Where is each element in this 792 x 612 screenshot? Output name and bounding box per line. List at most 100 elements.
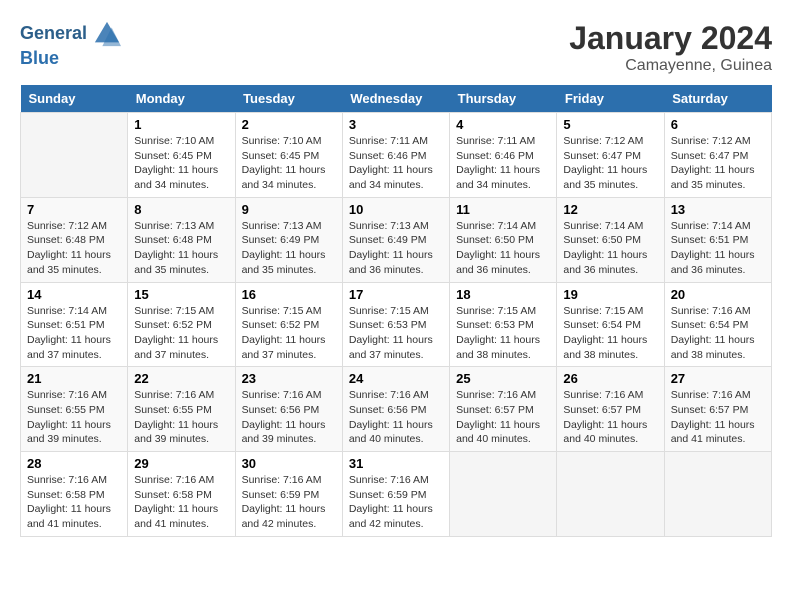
day-info: Sunrise: 7:16 AMSunset: 6:57 PMDaylight:…	[456, 388, 550, 447]
day-number: 29	[134, 456, 228, 471]
empty-day	[450, 452, 557, 537]
calendar-day-27: 27 Sunrise: 7:16 AMSunset: 6:57 PMDayligh…	[664, 367, 771, 452]
day-number: 15	[134, 287, 228, 302]
day-number: 1	[134, 117, 228, 132]
calendar-day-18: 18Sunrise: 7:15 AMSunset: 6:53 PMDayligh…	[450, 282, 557, 367]
day-number: 8	[134, 202, 228, 217]
day-number: 28	[27, 456, 121, 471]
logo-icon	[93, 20, 121, 48]
day-number: 25	[456, 371, 550, 386]
calendar-day-3: 3 Sunrise: 7:11 AMSunset: 6:46 PMDaylight…	[342, 113, 449, 198]
calendar-day-25: 25 Sunrise: 7:16 AMSunset: 6:57 PMDayligh…	[450, 367, 557, 452]
calendar-day-26: 26Sunrise: 7:16 AMSunset: 6:57 PMDayligh…	[557, 367, 664, 452]
calendar-week-5: 28 Sunrise: 7:16 AMSunset: 6:58 PMDayligh…	[21, 452, 772, 537]
day-number: 14	[27, 287, 121, 302]
day-info: Sunrise: 7:16 AMSunset: 6:59 PMDaylight:…	[242, 473, 336, 532]
day-number: 3	[349, 117, 443, 132]
calendar-day-14: 14Sunrise: 7:14 AMSunset: 6:51 PMDayligh…	[21, 282, 128, 367]
day-number: 31	[349, 456, 443, 471]
day-number: 23	[242, 371, 336, 386]
calendar-day-19: 19 Sunrise: 7:15 AMSunset: 6:54 PMDayligh…	[557, 282, 664, 367]
empty-day	[557, 452, 664, 537]
column-header-monday: Monday	[128, 85, 235, 113]
calendar-day-16: 16 Sunrise: 7:15 AMSunset: 6:52 PMDayligh…	[235, 282, 342, 367]
day-number: 6	[671, 117, 765, 132]
day-info: Sunrise: 7:16 AMSunset: 6:58 PMDaylight:…	[134, 473, 228, 532]
day-number: 22	[134, 371, 228, 386]
day-number: 27	[671, 371, 765, 386]
day-info: Sunrise: 7:10 AMSunset: 6:45 PMDaylight:…	[242, 134, 336, 193]
day-info: Sunrise: 7:15 AMSunset: 6:54 PMDaylight:…	[563, 304, 657, 363]
column-header-sunday: Sunday	[21, 85, 128, 113]
calendar-week-1: 1 Sunrise: 7:10 AMSunset: 6:45 PMDaylight…	[21, 113, 772, 198]
day-info: Sunrise: 7:16 AMSunset: 6:56 PMDaylight:…	[349, 388, 443, 447]
day-info: Sunrise: 7:13 AMSunset: 6:49 PMDaylight:…	[349, 219, 443, 278]
column-header-wednesday: Wednesday	[342, 85, 449, 113]
calendar-day-20: 20 Sunrise: 7:16 AMSunset: 6:54 PMDayligh…	[664, 282, 771, 367]
calendar-day-12: 12 Sunrise: 7:14 AMSunset: 6:50 PMDayligh…	[557, 197, 664, 282]
day-info: Sunrise: 7:14 AMSunset: 6:50 PMDaylight:…	[456, 219, 550, 278]
day-info: Sunrise: 7:14 AMSunset: 6:51 PMDaylight:…	[671, 219, 765, 278]
column-header-tuesday: Tuesday	[235, 85, 342, 113]
calendar-day-22: 22 Sunrise: 7:16 AMSunset: 6:55 PMDayligh…	[128, 367, 235, 452]
calendar-day-31: 31 Sunrise: 7:16 AMSunset: 6:59 PMDayligh…	[342, 452, 449, 537]
logo: General Blue	[20, 20, 121, 70]
column-header-thursday: Thursday	[450, 85, 557, 113]
day-info: Sunrise: 7:11 AMSunset: 6:46 PMDaylight:…	[349, 134, 443, 193]
calendar-day-9: 9 Sunrise: 7:13 AMSunset: 6:49 PMDaylight…	[235, 197, 342, 282]
calendar-table: SundayMondayTuesdayWednesdayThursdayFrid…	[20, 85, 772, 537]
calendar-week-3: 14Sunrise: 7:14 AMSunset: 6:51 PMDayligh…	[21, 282, 772, 367]
calendar-day-23: 23 Sunrise: 7:16 AMSunset: 6:56 PMDayligh…	[235, 367, 342, 452]
day-info: Sunrise: 7:12 AMSunset: 6:47 PMDaylight:…	[563, 134, 657, 193]
day-number: 17	[349, 287, 443, 302]
calendar-day-7: 7 Sunrise: 7:12 AMSunset: 6:48 PMDaylight…	[21, 197, 128, 282]
day-number: 20	[671, 287, 765, 302]
day-number: 4	[456, 117, 550, 132]
calendar-day-30: 30 Sunrise: 7:16 AMSunset: 6:59 PMDayligh…	[235, 452, 342, 537]
day-number: 19	[563, 287, 657, 302]
calendar-day-28: 28 Sunrise: 7:16 AMSunset: 6:58 PMDayligh…	[21, 452, 128, 537]
empty-day	[664, 452, 771, 537]
calendar-day-24: 24Sunrise: 7:16 AMSunset: 6:56 PMDayligh…	[342, 367, 449, 452]
logo-text: General	[20, 23, 87, 45]
day-info: Sunrise: 7:13 AMSunset: 6:48 PMDaylight:…	[134, 219, 228, 278]
day-info: Sunrise: 7:16 AMSunset: 6:54 PMDaylight:…	[671, 304, 765, 363]
day-number: 30	[242, 456, 336, 471]
calendar-week-2: 7 Sunrise: 7:12 AMSunset: 6:48 PMDaylight…	[21, 197, 772, 282]
calendar-day-6: 6Sunrise: 7:12 AMSunset: 6:47 PMDaylight…	[664, 113, 771, 198]
column-header-friday: Friday	[557, 85, 664, 113]
title-block: January 2024 Camayenne, Guinea	[569, 20, 772, 75]
calendar-day-5: 5Sunrise: 7:12 AMSunset: 6:47 PMDaylight…	[557, 113, 664, 198]
calendar-day-11: 11 Sunrise: 7:14 AMSunset: 6:50 PMDayligh…	[450, 197, 557, 282]
calendar-header-row: SundayMondayTuesdayWednesdayThursdayFrid…	[21, 85, 772, 113]
calendar-day-1: 1Sunrise: 7:10 AMSunset: 6:45 PMDaylight…	[128, 113, 235, 198]
day-info: Sunrise: 7:16 AMSunset: 6:59 PMDaylight:…	[349, 473, 443, 532]
day-number: 16	[242, 287, 336, 302]
day-info: Sunrise: 7:16 AMSunset: 6:58 PMDaylight:…	[27, 473, 121, 532]
day-info: Sunrise: 7:15 AMSunset: 6:53 PMDaylight:…	[349, 304, 443, 363]
day-info: Sunrise: 7:16 AMSunset: 6:56 PMDaylight:…	[242, 388, 336, 447]
location: Camayenne, Guinea	[569, 57, 772, 75]
day-info: Sunrise: 7:12 AMSunset: 6:48 PMDaylight:…	[27, 219, 121, 278]
day-info: Sunrise: 7:16 AMSunset: 6:55 PMDaylight:…	[134, 388, 228, 447]
day-number: 12	[563, 202, 657, 217]
day-info: Sunrise: 7:15 AMSunset: 6:52 PMDaylight:…	[242, 304, 336, 363]
calendar-day-21: 21 Sunrise: 7:16 AMSunset: 6:55 PMDayligh…	[21, 367, 128, 452]
day-number: 11	[456, 202, 550, 217]
day-info: Sunrise: 7:16 AMSunset: 6:57 PMDaylight:…	[671, 388, 765, 447]
day-info: Sunrise: 7:14 AMSunset: 6:50 PMDaylight:…	[563, 219, 657, 278]
day-info: Sunrise: 7:13 AMSunset: 6:49 PMDaylight:…	[242, 219, 336, 278]
calendar-day-13: 13Sunrise: 7:14 AMSunset: 6:51 PMDayligh…	[664, 197, 771, 282]
day-info: Sunrise: 7:15 AMSunset: 6:52 PMDaylight:…	[134, 304, 228, 363]
calendar-day-4: 4 Sunrise: 7:11 AMSunset: 6:46 PMDaylight…	[450, 113, 557, 198]
calendar-day-2: 2Sunrise: 7:10 AMSunset: 6:45 PMDaylight…	[235, 113, 342, 198]
day-number: 21	[27, 371, 121, 386]
day-info: Sunrise: 7:11 AMSunset: 6:46 PMDaylight:…	[456, 134, 550, 193]
empty-day	[21, 113, 128, 198]
day-number: 9	[242, 202, 336, 217]
day-info: Sunrise: 7:16 AMSunset: 6:55 PMDaylight:…	[27, 388, 121, 447]
calendar-day-17: 17 Sunrise: 7:15 AMSunset: 6:53 PMDayligh…	[342, 282, 449, 367]
calendar-week-4: 21 Sunrise: 7:16 AMSunset: 6:55 PMDayligh…	[21, 367, 772, 452]
day-number: 10	[349, 202, 443, 217]
day-number: 7	[27, 202, 121, 217]
